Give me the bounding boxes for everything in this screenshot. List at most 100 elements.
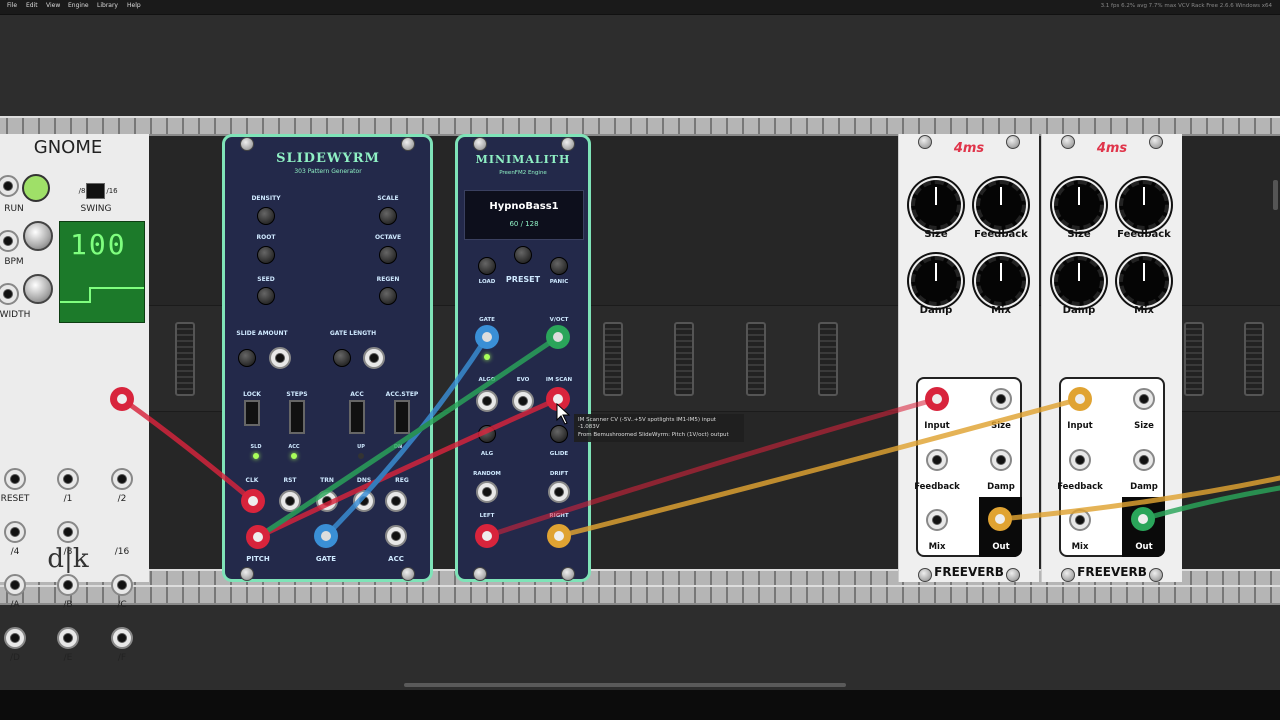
screw (401, 137, 415, 151)
reg-jack[interactable] (385, 490, 407, 512)
slide-amount-cv-jack[interactable] (269, 347, 291, 369)
rst-jack[interactable] (279, 490, 301, 512)
octave-knob[interactable] (379, 246, 397, 264)
preset-knob[interactable] (514, 246, 532, 264)
mix-cv-jack[interactable] (1069, 509, 1091, 531)
feedback-knob[interactable] (1119, 180, 1169, 230)
slide-amount-knob[interactable] (238, 349, 256, 367)
gate-led (484, 354, 490, 360)
swing-switch[interactable] (86, 183, 105, 199)
feedback-cv-label: Feedback (914, 482, 960, 492)
lock-switch[interactable] (244, 400, 260, 426)
width-jack[interactable] (0, 283, 19, 305)
out-label: Out (992, 542, 1010, 552)
algo-jack[interactable] (476, 390, 498, 412)
acc-switch[interactable] (349, 400, 365, 434)
empty-slot (818, 322, 838, 396)
screw (1149, 568, 1163, 582)
out-label: Out (1135, 542, 1153, 552)
scale-knob[interactable] (379, 207, 397, 225)
steps-switch[interactable] (289, 400, 305, 434)
size-cv-jack[interactable] (1133, 388, 1155, 410)
gnome-output-d[interactable] (4, 627, 26, 649)
run-button[interactable] (22, 174, 50, 202)
tooltip-line1: IM Scanner CV (-5V..+5V spotlights IM1-I… (578, 417, 716, 423)
regen-label: REGEN (376, 276, 400, 283)
acc-out-jack[interactable] (385, 525, 407, 547)
size-cv-jack[interactable] (990, 388, 1012, 410)
menu-library[interactable]: Library (97, 2, 118, 9)
alg-knob[interactable] (478, 425, 496, 443)
mix-knob[interactable] (976, 256, 1026, 306)
glide-knob[interactable] (550, 425, 568, 443)
gnome-title: GNOME (33, 137, 103, 158)
run-label: RUN (4, 204, 24, 214)
drift-jack[interactable] (548, 481, 570, 503)
gnome-output-reset[interactable] (4, 468, 26, 490)
vertical-scrollbar[interactable] (1273, 180, 1278, 210)
size-cv-label: Size (991, 421, 1011, 431)
menu-help[interactable]: Help (127, 2, 141, 9)
size-knob[interactable] (1054, 180, 1104, 230)
rack-rail-top (0, 116, 1280, 136)
panic-button[interactable] (550, 257, 568, 275)
gnome-output-1[interactable] (57, 468, 79, 490)
evo-jack[interactable] (512, 390, 534, 412)
acc-step-label: ACC.STEP (385, 391, 419, 398)
menu-edit[interactable]: Edit (26, 2, 38, 9)
load-button[interactable] (478, 257, 496, 275)
bpm-jack[interactable] (0, 230, 19, 252)
gate-length-label: GATE LENGTH (329, 330, 377, 337)
regen-button[interactable] (379, 287, 397, 305)
seed-knob[interactable] (257, 287, 275, 305)
feedback-cv-jack[interactable] (1069, 449, 1091, 471)
gnome-output-a[interactable] (4, 574, 26, 596)
up-led (358, 453, 364, 459)
trn-label: TRN (320, 477, 334, 484)
gate-length-cv-jack[interactable] (363, 347, 385, 369)
size-knob[interactable] (911, 180, 961, 230)
damp-knob[interactable] (1054, 256, 1104, 306)
gnome-output-f[interactable] (111, 627, 133, 649)
menu-view[interactable]: View (46, 2, 60, 9)
root-knob[interactable] (257, 246, 275, 264)
4ms-logo: 4ms (953, 141, 985, 156)
density-knob[interactable] (257, 207, 275, 225)
feedback-knob[interactable] (976, 180, 1026, 230)
bpm-knob[interactable] (23, 221, 53, 251)
width-knob[interactable] (23, 274, 53, 304)
feedback-label: Feedback (974, 229, 1028, 240)
preset-label: PRESET (505, 275, 541, 284)
empty-slot (175, 322, 195, 396)
feedback-cv-jack[interactable] (926, 449, 948, 471)
damp-cv-jack[interactable] (990, 449, 1012, 471)
gnome-output-2[interactable] (111, 468, 133, 490)
gnome-output-c[interactable] (111, 574, 133, 596)
menu-engine[interactable]: Engine (68, 2, 89, 9)
empty-slot (1244, 322, 1264, 396)
acc-step-switch[interactable] (394, 400, 410, 434)
gnome-output-4[interactable] (4, 521, 26, 543)
dns-jack[interactable] (353, 490, 375, 512)
gnome-output-e[interactable] (57, 627, 79, 649)
damp-knob[interactable] (911, 256, 961, 306)
mix-cv-jack[interactable] (926, 509, 948, 531)
dn-led-label: DN (393, 444, 403, 450)
random-jack[interactable] (476, 481, 498, 503)
swing-label: SWING (80, 204, 112, 214)
trn-jack[interactable] (316, 490, 338, 512)
horizontal-scrollbar[interactable] (404, 683, 846, 687)
gate-length-knob[interactable] (333, 349, 351, 367)
swing-right-label: /16 (106, 187, 118, 195)
mix-knob[interactable] (1119, 256, 1169, 306)
screw (1006, 135, 1020, 149)
damp-cv-jack[interactable] (1133, 449, 1155, 471)
screw (401, 567, 415, 581)
gnome-output-b[interactable] (57, 574, 79, 596)
menu-file[interactable]: File (7, 2, 17, 9)
gnome-output-8[interactable] (57, 521, 79, 543)
screw (561, 137, 575, 151)
screw (1061, 135, 1075, 149)
run-jack[interactable] (0, 175, 19, 197)
mix-label: Mix (1134, 305, 1154, 316)
